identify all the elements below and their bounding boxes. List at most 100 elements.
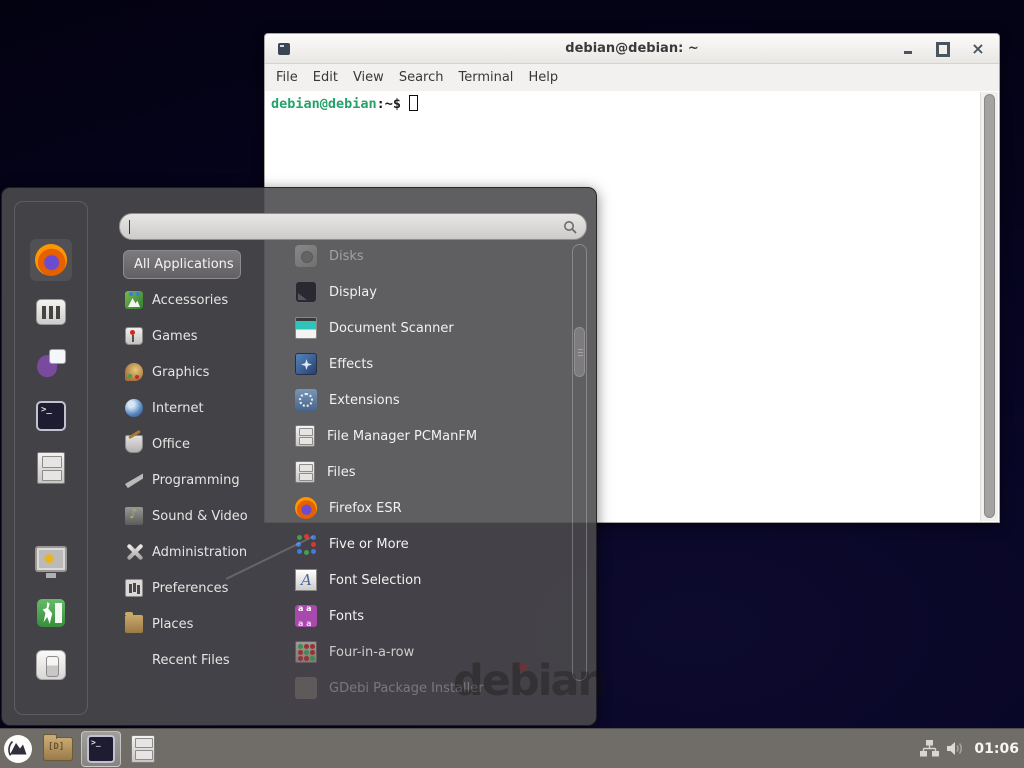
debian-watermark-red-dot (519, 663, 527, 671)
network-icon[interactable] (920, 740, 939, 757)
menu-item-edit[interactable]: Edit (313, 70, 338, 85)
application-list: Disks Display Document Scanner Effects E… (282, 238, 568, 706)
menu-scrollbar-thumb[interactable] (574, 327, 585, 377)
gdebi-icon (295, 677, 317, 699)
category-office[interactable]: Office (120, 426, 278, 462)
taskbar-file-manager[interactable] (131, 735, 155, 763)
app-display[interactable]: Display (282, 274, 568, 310)
category-recent-files[interactable]: Recent Files (120, 642, 278, 678)
preferences-icon (125, 579, 143, 597)
extensions-icon (295, 389, 317, 411)
app-disks[interactable]: Disks (282, 238, 568, 274)
category-graphics[interactable]: Graphics (120, 354, 278, 390)
menu-item-view[interactable]: View (353, 70, 384, 85)
files-icon (295, 461, 315, 483)
close-icon[interactable] (971, 42, 985, 56)
menu-item-file[interactable]: File (276, 70, 298, 85)
office-icon (125, 435, 143, 453)
app-effects[interactable]: Effects (282, 346, 568, 382)
debian-wallpaper-watermark: debian (453, 656, 606, 706)
taskbar-terminal-active[interactable] (81, 731, 121, 767)
disks-icon (295, 245, 317, 267)
favorite-shutdown[interactable] (30, 644, 72, 686)
menu-item-help[interactable]: Help (528, 70, 558, 85)
category-preferences[interactable]: Preferences (120, 570, 278, 606)
four-in-a-row-icon (295, 641, 317, 663)
favorite-lock-screen[interactable] (30, 538, 72, 580)
menu-scrollbar[interactable] (572, 244, 587, 681)
shutdown-icon (36, 650, 66, 680)
graphics-icon (125, 363, 143, 381)
firefox-icon (35, 244, 67, 276)
app-extensions[interactable]: Extensions (282, 382, 568, 418)
menu-icon (3, 734, 33, 764)
category-accessories[interactable]: Accessories (120, 282, 278, 318)
menu-button[interactable] (3, 734, 33, 764)
category-all-applications[interactable]: All Applications (120, 246, 278, 282)
favorites-panel (14, 201, 88, 715)
favorite-logout[interactable] (30, 592, 72, 634)
category-list: All Applications Accessories Games Graph… (120, 246, 278, 678)
menu-item-terminal[interactable]: Terminal (458, 70, 513, 85)
app-font-selection[interactable]: Font Selection (282, 562, 568, 598)
favorite-file-manager[interactable] (30, 447, 72, 489)
app-fonts[interactable]: Fonts (282, 598, 568, 634)
maximize-icon[interactable] (936, 42, 950, 56)
accessories-icon (125, 291, 143, 309)
pidgin-icon (36, 349, 66, 379)
menu-item-search[interactable]: Search (399, 70, 444, 85)
search-input[interactable] (129, 216, 558, 237)
category-internet[interactable]: Internet (120, 390, 278, 426)
category-games[interactable]: Games (120, 318, 278, 354)
volume-icon[interactable] (946, 741, 964, 756)
app-document-scanner[interactable]: Document Scanner (282, 310, 568, 346)
app-five-or-more[interactable]: Five or More (282, 526, 568, 562)
application-menu: All Applications Accessories Games Graph… (1, 187, 597, 726)
terminal-icon (87, 735, 115, 763)
font-selection-icon (295, 569, 317, 591)
favorite-pidgin[interactable] (30, 343, 72, 385)
firefox-icon (295, 497, 317, 519)
file-manager-icon (37, 452, 65, 484)
search-box[interactable] (119, 213, 587, 240)
audio-mixer-icon (36, 299, 66, 325)
games-icon (125, 327, 143, 345)
screensaver-lock-icon (35, 546, 67, 572)
administration-icon (125, 543, 143, 561)
app-firefox-esr[interactable]: Firefox ESR (282, 490, 568, 526)
terminal-titlebar[interactable]: debian@debian: ~ (265, 34, 999, 64)
fonts-icon (295, 605, 317, 627)
sound-video-icon (125, 507, 143, 525)
minimize-icon[interactable] (901, 42, 915, 56)
document-scanner-icon (295, 317, 317, 339)
file-manager-icon (131, 735, 155, 763)
taskbar: 01:06 (0, 728, 1024, 768)
terminal-window-title: debian@debian: ~ (265, 41, 999, 56)
taskbar-clock[interactable]: 01:06 (974, 741, 1019, 757)
prompt-path: :~$ (377, 96, 401, 112)
terminal-window-icon (278, 43, 290, 55)
search-icon (563, 220, 578, 235)
category-programming[interactable]: Programming (120, 462, 278, 498)
file-manager-icon (295, 425, 315, 447)
terminal-menubar: File Edit View Search Terminal Help (265, 64, 999, 91)
favorite-audio-mixer[interactable] (30, 291, 72, 333)
terminal-scrollbar[interactable] (980, 92, 998, 521)
favorite-terminal[interactable] (30, 395, 72, 437)
app-file-manager-pcmanfm[interactable]: File Manager PCManFM (282, 418, 568, 454)
places-icon (125, 615, 143, 633)
app-files[interactable]: Files (282, 454, 568, 490)
shell-prompt: debian@debian:~$ (266, 92, 998, 112)
terminal-cursor (409, 95, 418, 111)
display-icon (295, 281, 317, 303)
category-places[interactable]: Places (120, 606, 278, 642)
terminal-scrollbar-thumb[interactable] (984, 94, 995, 518)
favorite-firefox[interactable] (30, 239, 72, 281)
prompt-user-host: debian@debian (271, 96, 377, 112)
terminal-icon (36, 401, 66, 431)
desktop-folder-launcher[interactable] (43, 737, 73, 761)
category-sound-video[interactable]: Sound & Video (120, 498, 278, 534)
text-caret (129, 220, 130, 234)
all-applications-button[interactable]: All Applications (123, 250, 241, 279)
effects-icon (295, 353, 317, 375)
